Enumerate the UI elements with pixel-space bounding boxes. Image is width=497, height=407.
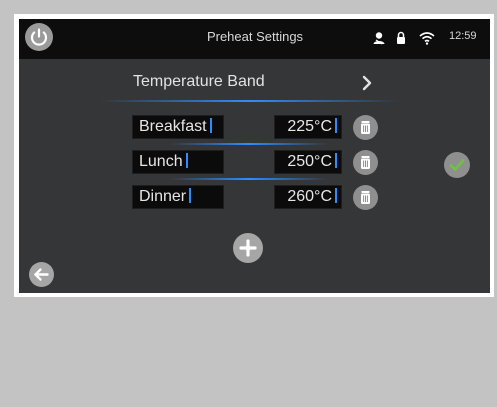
band-temp-text: 260°C — [287, 188, 332, 205]
text-cursor — [335, 153, 337, 168]
band-temp-text: 250°C — [287, 153, 332, 170]
trash-icon — [361, 121, 370, 134]
text-cursor — [189, 188, 192, 203]
band-temp-input[interactable]: 225°C — [274, 115, 342, 139]
delete-band-button[interactable] — [353, 185, 378, 210]
temperature-band-label: Temperature Band — [133, 73, 265, 90]
row-divider — [169, 143, 329, 145]
user-icon — [373, 32, 385, 45]
lock-icon — [397, 31, 405, 44]
touch-screen: Preheat Settings 12:59 Temperature Band … — [19, 19, 490, 293]
checkmark-icon — [449, 159, 465, 171]
band-temp-input[interactable]: 250°C — [274, 150, 342, 174]
plus-icon — [239, 239, 257, 257]
back-button[interactable] — [29, 262, 54, 287]
page-title: Preheat Settings — [206, 29, 304, 44]
power-icon — [30, 28, 48, 46]
wifi-icon — [419, 32, 435, 45]
confirm-button[interactable] — [444, 152, 470, 178]
band-temp-text: 225°C — [287, 118, 332, 135]
chevron-right-icon — [362, 75, 372, 91]
add-band-button[interactable] — [233, 233, 263, 263]
band-name-text: Dinner — [139, 188, 187, 205]
band-temp-input[interactable]: 260°C — [274, 185, 342, 209]
status-bar: Preheat Settings 12:59 — [19, 19, 490, 59]
text-cursor — [335, 118, 337, 133]
band-name-text: Breakfast — [139, 118, 207, 135]
power-button[interactable] — [25, 23, 53, 51]
band-name-input[interactable]: Lunch — [132, 150, 224, 174]
text-cursor — [209, 118, 212, 133]
band-divider — [99, 100, 399, 102]
band-name-text: Lunch — [139, 153, 183, 170]
band-name-input[interactable]: Breakfast — [132, 115, 224, 139]
temperature-band-selector[interactable]: Temperature Band — [133, 71, 373, 97]
delete-band-button[interactable] — [353, 115, 378, 140]
text-cursor — [335, 188, 337, 203]
row-divider — [169, 178, 329, 180]
arrow-left-icon — [34, 268, 49, 281]
text-cursor — [185, 153, 188, 168]
trash-icon — [361, 191, 370, 204]
band-name-input[interactable]: Dinner — [132, 185, 224, 209]
trash-icon — [361, 156, 370, 169]
delete-band-button[interactable] — [353, 150, 378, 175]
clock: 12:59 — [449, 30, 477, 42]
